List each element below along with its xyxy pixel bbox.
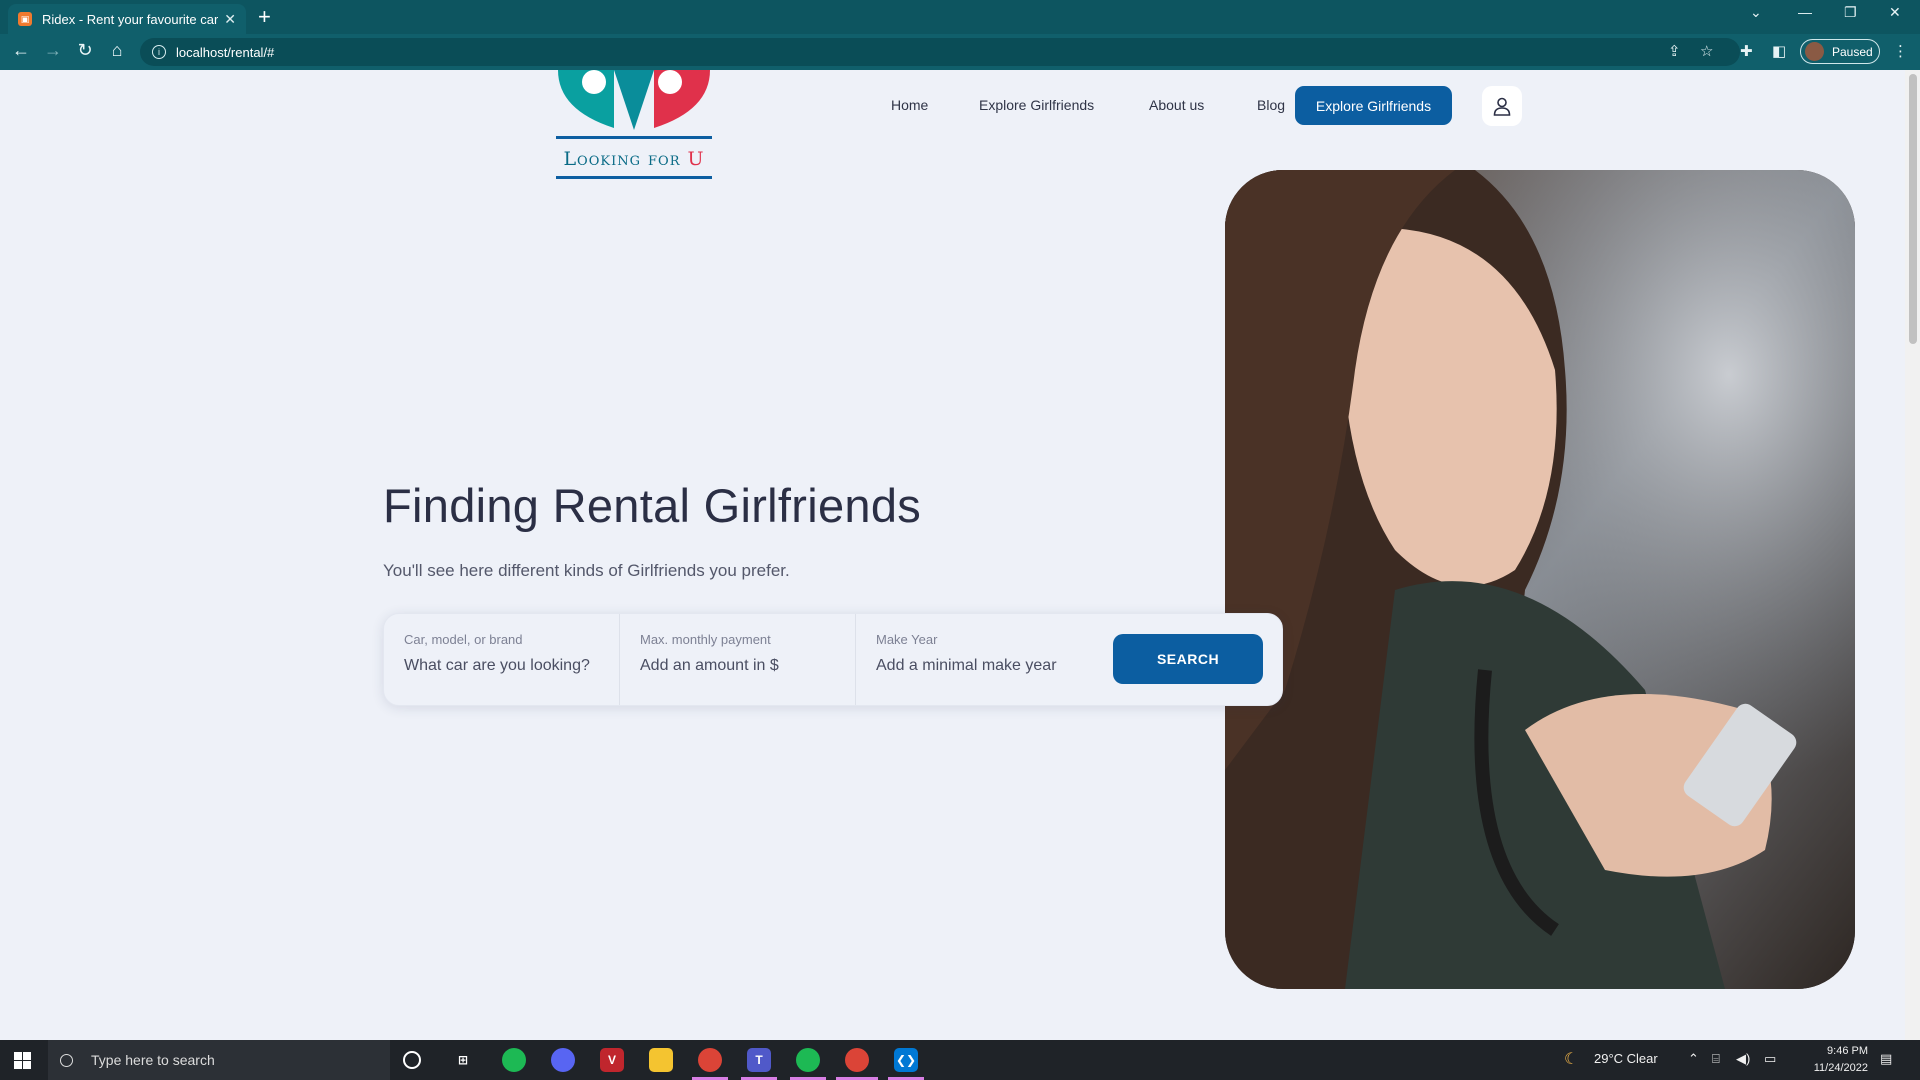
extensions-puzzle-icon[interactable]: ✚ xyxy=(1740,42,1753,60)
home-icon[interactable]: ⌂ xyxy=(105,40,129,61)
clock-date: 11/24/2022 xyxy=(1813,1062,1868,1074)
tab-title: Ridex - Rent your favourite car xyxy=(42,11,219,27)
browser-menu-icon[interactable]: ⋮ xyxy=(1893,42,1908,60)
clock-time: 9:46 PM xyxy=(1827,1045,1868,1057)
windows-start-icon[interactable] xyxy=(14,1052,31,1069)
profile-status: Paused xyxy=(1832,44,1873,59)
nav-explore-girlfriends[interactable]: Explore Girlfriends xyxy=(979,97,1094,113)
web-page: Looking for U Home Explore Girlfriends A… xyxy=(0,70,1905,1040)
site-info-icon[interactable]: i xyxy=(152,45,166,59)
battery-icon[interactable]: ▭ xyxy=(1764,1051,1776,1067)
notifications-icon[interactable]: ▤ xyxy=(1880,1051,1892,1067)
site-favicon-icon: ▣ xyxy=(18,12,32,26)
weather-moon-icon[interactable]: ☾ xyxy=(1564,1049,1578,1069)
logo-text: Looking for U xyxy=(556,148,712,176)
hero-title: Finding Rental Girlfriends xyxy=(383,479,922,532)
scrollbar-thumb[interactable] xyxy=(1909,74,1917,344)
avatar xyxy=(1805,42,1824,61)
windows-taskbar: Type here to search ⊞ V T ❮❯ ☾ 29°C Clea… xyxy=(0,1040,1920,1080)
profile-button[interactable]: Paused xyxy=(1800,39,1880,64)
discord-icon[interactable] xyxy=(551,1048,575,1072)
woman-in-car-photo xyxy=(1225,170,1855,989)
browser-toolbar: ← → ↻ ⌂ i localhost/rental/# ⇪ ☆ ✚ ◧ Pau… xyxy=(0,34,1920,70)
taskbar-clock[interactable]: 9:46 PM 11/24/2022 xyxy=(1800,1043,1868,1077)
browser-tab[interactable]: ▣ Ridex - Rent your favourite car ✕ xyxy=(8,4,246,34)
logo-text-accent: U xyxy=(687,148,705,170)
make-year-input[interactable]: Add a minimal make year xyxy=(876,657,1106,675)
address-bar[interactable]: i localhost/rental/# xyxy=(140,38,1740,66)
cortana-icon[interactable] xyxy=(403,1051,421,1069)
car-model-label: Car, model, or brand xyxy=(404,632,523,647)
account-button[interactable] xyxy=(1482,86,1522,126)
task-view-icon[interactable]: ⊞ xyxy=(451,1048,475,1072)
monthly-payment-label: Max. monthly payment xyxy=(640,632,771,647)
vmware-icon[interactable]: V xyxy=(600,1048,624,1072)
nav-blog[interactable]: Blog xyxy=(1257,97,1285,113)
hero-subtitle: You'll see here different kinds of Girlf… xyxy=(383,561,790,580)
make-year-label: Make Year xyxy=(876,632,938,647)
tab-close-icon[interactable]: ✕ xyxy=(224,11,236,28)
search-form: Car, model, or brand What car are you lo… xyxy=(383,613,1283,706)
network-icon[interactable]: ⌸ xyxy=(1712,1051,1720,1067)
minimize-icon[interactable]: — xyxy=(1798,4,1812,20)
browser-tab-bar: ▣ Ridex - Rent your favourite car ✕ + ⌄ … xyxy=(0,0,1920,34)
monthly-payment-field[interactable]: Max. monthly payment Add an amount in $ xyxy=(620,614,856,705)
taskbar-search-placeholder: Type here to search xyxy=(91,1052,215,1068)
user-icon xyxy=(1493,97,1511,116)
teams-icon[interactable]: T xyxy=(747,1048,771,1072)
search-icon xyxy=(60,1053,73,1067)
share-icon[interactable]: ⇪ xyxy=(1668,42,1681,60)
tab-search-chevron-icon[interactable]: ⌄ xyxy=(1750,4,1762,21)
logo-text-main: Looking for xyxy=(563,148,681,170)
side-panel-icon[interactable]: ◧ xyxy=(1772,42,1786,60)
chrome-active-icon[interactable] xyxy=(845,1048,869,1072)
new-tab-button[interactable]: + xyxy=(258,5,271,29)
spotify-app-icon[interactable] xyxy=(796,1048,820,1072)
make-year-field[interactable]: Make Year Add a minimal make year xyxy=(856,614,1106,705)
hero-image xyxy=(1225,170,1855,989)
chrome-icon[interactable] xyxy=(698,1048,722,1072)
monthly-payment-input[interactable]: Add an amount in $ xyxy=(640,657,855,675)
car-model-field[interactable]: Car, model, or brand What car are you lo… xyxy=(384,614,620,705)
car-model-input[interactable]: What car are you looking? xyxy=(404,657,619,675)
page-scrollbar[interactable] xyxy=(1905,70,1920,1040)
bookmark-star-icon[interactable]: ☆ xyxy=(1700,42,1713,60)
volume-icon[interactable]: ◀) xyxy=(1736,1051,1750,1067)
forward-icon[interactable]: → xyxy=(41,40,65,61)
back-icon[interactable]: ← xyxy=(9,40,33,61)
nav-about-us[interactable]: About us xyxy=(1149,97,1204,113)
search-button[interactable]: SEARCH xyxy=(1113,634,1263,684)
taskbar-search[interactable]: Type here to search xyxy=(48,1040,390,1080)
vscode-icon[interactable]: ❮❯ xyxy=(894,1048,918,1072)
weather-text[interactable]: 29°C Clear xyxy=(1594,1051,1658,1066)
restore-icon[interactable]: ❐ xyxy=(1844,4,1857,21)
explore-girlfriends-button[interactable]: Explore Girlfriends xyxy=(1295,86,1452,125)
spotify-icon[interactable] xyxy=(502,1048,526,1072)
close-window-icon[interactable]: ✕ xyxy=(1889,4,1901,21)
nav-home[interactable]: Home xyxy=(891,97,928,113)
file-explorer-icon[interactable] xyxy=(649,1048,673,1072)
address-url: localhost/rental/# xyxy=(176,44,275,60)
reload-icon[interactable]: ↻ xyxy=(73,40,97,61)
tray-chevron-icon[interactable]: ⌃ xyxy=(1688,1051,1699,1067)
